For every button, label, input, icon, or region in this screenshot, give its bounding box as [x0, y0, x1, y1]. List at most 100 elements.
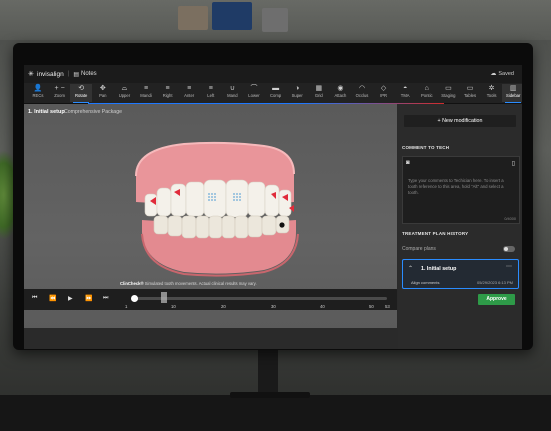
background-box [178, 6, 208, 30]
new-modification-button[interactable]: + New modification [404, 115, 516, 127]
saved-status: ☁ Saved [490, 70, 514, 78]
rotate-icon: ⟲ [78, 85, 85, 92]
timeline-tick: 1 [125, 304, 128, 309]
attach-icon: ◉ [337, 85, 344, 92]
tool-pan[interactable]: ✥ Pan [92, 84, 114, 102]
tool-label: Attach [334, 93, 347, 98]
history-header: TREATMENT PLAN HISTORY [402, 231, 469, 236]
step-back-icon[interactable]: ⏪ [49, 295, 56, 302]
mand-icon: ∪ [229, 85, 235, 92]
tma-icon: ◓ [403, 85, 408, 92]
tool-label: Tools [486, 93, 497, 98]
sidebar: + New modification COMMENT TO TECH ◙ ▯ T… [398, 104, 522, 349]
timeline-tick: 53 [385, 304, 390, 309]
clincheck-text: Simulated tooth movements. Actual clinic… [144, 281, 257, 286]
tool-left[interactable]: ≡ Left [200, 84, 222, 102]
tool-label: Pontic [420, 93, 433, 98]
tool-anter[interactable]: ≡ Anter [178, 84, 200, 102]
monitor: ✳ invisalign | ▤ Notes ☁ Saved 👤 RECs + − Z… [13, 43, 533, 350]
compare-plans-label: Compare plans [402, 246, 436, 252]
timeline-track[interactable] [133, 297, 387, 300]
play-icon[interactable]: ▶ [68, 295, 73, 302]
notes-label: Notes [80, 71, 97, 77]
tool-zoom[interactable]: + − Zoom [49, 84, 71, 102]
skip-to-end-icon[interactable]: ⏭ [103, 295, 108, 302]
comp-icon: ▬ [272, 85, 280, 92]
tool-label: Super [291, 93, 303, 98]
tool-rotate[interactable]: ⟲ Rotate [70, 84, 93, 103]
tool-tma[interactable]: ◓ TMA [394, 84, 416, 102]
super-icon: ◑ [295, 85, 300, 92]
tools-icon: ✲ [488, 85, 495, 92]
header-divider: | [67, 71, 70, 77]
comment-placeholder: Type your comments to Techician here. To… [408, 178, 504, 195]
background-box [212, 2, 252, 30]
tool-mandi[interactable]: ≡ Mandi [135, 84, 157, 102]
tool-label: Staging [441, 93, 456, 98]
plus-icon: + [437, 118, 441, 124]
pan-icon: ✥ [99, 85, 106, 92]
approve-button[interactable]: Approve [478, 294, 515, 305]
tool-label: Lower [248, 93, 260, 98]
invisalign-logo-icon: ✳ [28, 70, 34, 78]
camera-icon[interactable]: ◙ [406, 160, 410, 166]
grid-icon: ▦ [315, 85, 323, 92]
tool-upper[interactable]: ⌓ Upper [113, 84, 135, 102]
plan-name: 1. Initial setup [421, 266, 457, 272]
app-header: ✳ invisalign | ▤ Notes ☁ Saved [24, 65, 522, 83]
tool-staging[interactable]: ▭ Staging [437, 84, 459, 102]
tool-label: RECs [32, 93, 44, 98]
upper-icon: ⌓ [121, 85, 128, 92]
tool-ipr[interactable]: ◇ IPR [373, 84, 395, 102]
tool-label: Zoom [54, 93, 65, 98]
timeline-tick: 20 [221, 304, 226, 309]
monitor-stand-base [230, 392, 310, 398]
tool-label: Left [207, 93, 215, 98]
comment-header: COMMENT TO TECH [402, 145, 450, 150]
tool-label: Occlus [355, 93, 369, 98]
stage-marker[interactable] [161, 292, 167, 303]
document-icon[interactable]: ▯ [512, 160, 515, 167]
more-options-icon[interactable]: ⋯ [506, 263, 512, 270]
tool-sidebar[interactable]: ▥ Sidebar [502, 84, 522, 103]
timeline-tick: 10 [171, 304, 176, 309]
logo-text: invisalign [37, 70, 64, 78]
tables-icon: ▭ [466, 85, 474, 92]
tool-lower[interactable]: ⌒ Lower [243, 84, 265, 102]
notes-icon: ▤ [73, 71, 79, 78]
tool-comp[interactable]: ▬ Comp [265, 84, 287, 102]
tool-label: Comp [270, 93, 282, 98]
anter-icon: ≡ [187, 85, 192, 92]
tool-label: Pan [99, 93, 107, 98]
mandi-icon: ≡ [143, 85, 149, 92]
person-icon: 👤 [33, 85, 43, 92]
tool-occlus[interactable]: ◠ Occlus [351, 84, 373, 102]
chevron-up-icon[interactable]: ⌃ [408, 265, 413, 272]
timeline-handle[interactable] [131, 295, 138, 302]
notes-button[interactable]: ▤ Notes [73, 71, 96, 78]
compare-plans-toggle[interactable] [503, 246, 515, 252]
background-box [262, 8, 288, 32]
step-forward-icon[interactable]: ⏩ [85, 295, 92, 302]
timeline-tick: 30 [271, 304, 276, 309]
tool-super[interactable]: ◑ Super [286, 84, 308, 102]
tool-tools[interactable]: ✲ Tools [481, 84, 503, 102]
invisalign-logo: ✳ invisalign [28, 71, 64, 78]
new-modification-label: New modification [442, 118, 483, 124]
clincheck-brand: ClinCheck® [120, 281, 144, 286]
tool-tables[interactable]: ▭ Tables [459, 84, 481, 102]
tool-attach[interactable]: ◉ Attach [329, 84, 351, 102]
clincheck-disclaimer: ClinCheck® Simulated tooth movements. Ac… [120, 281, 257, 286]
stage-timeline: ⏮ ⏪ ▶ ⏩ ⏭ 1 10 20 30 40 50 53 [24, 289, 397, 310]
tool-recs[interactable]: 👤 RECs [27, 84, 49, 102]
desk [0, 395, 551, 431]
skip-to-start-icon[interactable]: ⏮ [32, 295, 37, 302]
tool-right[interactable]: ≡ Right [157, 84, 179, 102]
tool-pontic[interactable]: ⌂ Pontic [416, 84, 438, 102]
tool-grid[interactable]: ▦ Grid [308, 84, 330, 102]
comment-textarea[interactable]: ◙ ▯ Type your comments to Techician here… [402, 156, 520, 224]
tool-mand[interactable]: ∪ Mand [221, 84, 243, 102]
tool-label: Upper [118, 93, 131, 98]
staging-icon: ▭ [445, 85, 452, 92]
plan-history-item[interactable]: ⌃ 1. Initial setup ⋯ Align comments 05/2… [402, 259, 519, 289]
